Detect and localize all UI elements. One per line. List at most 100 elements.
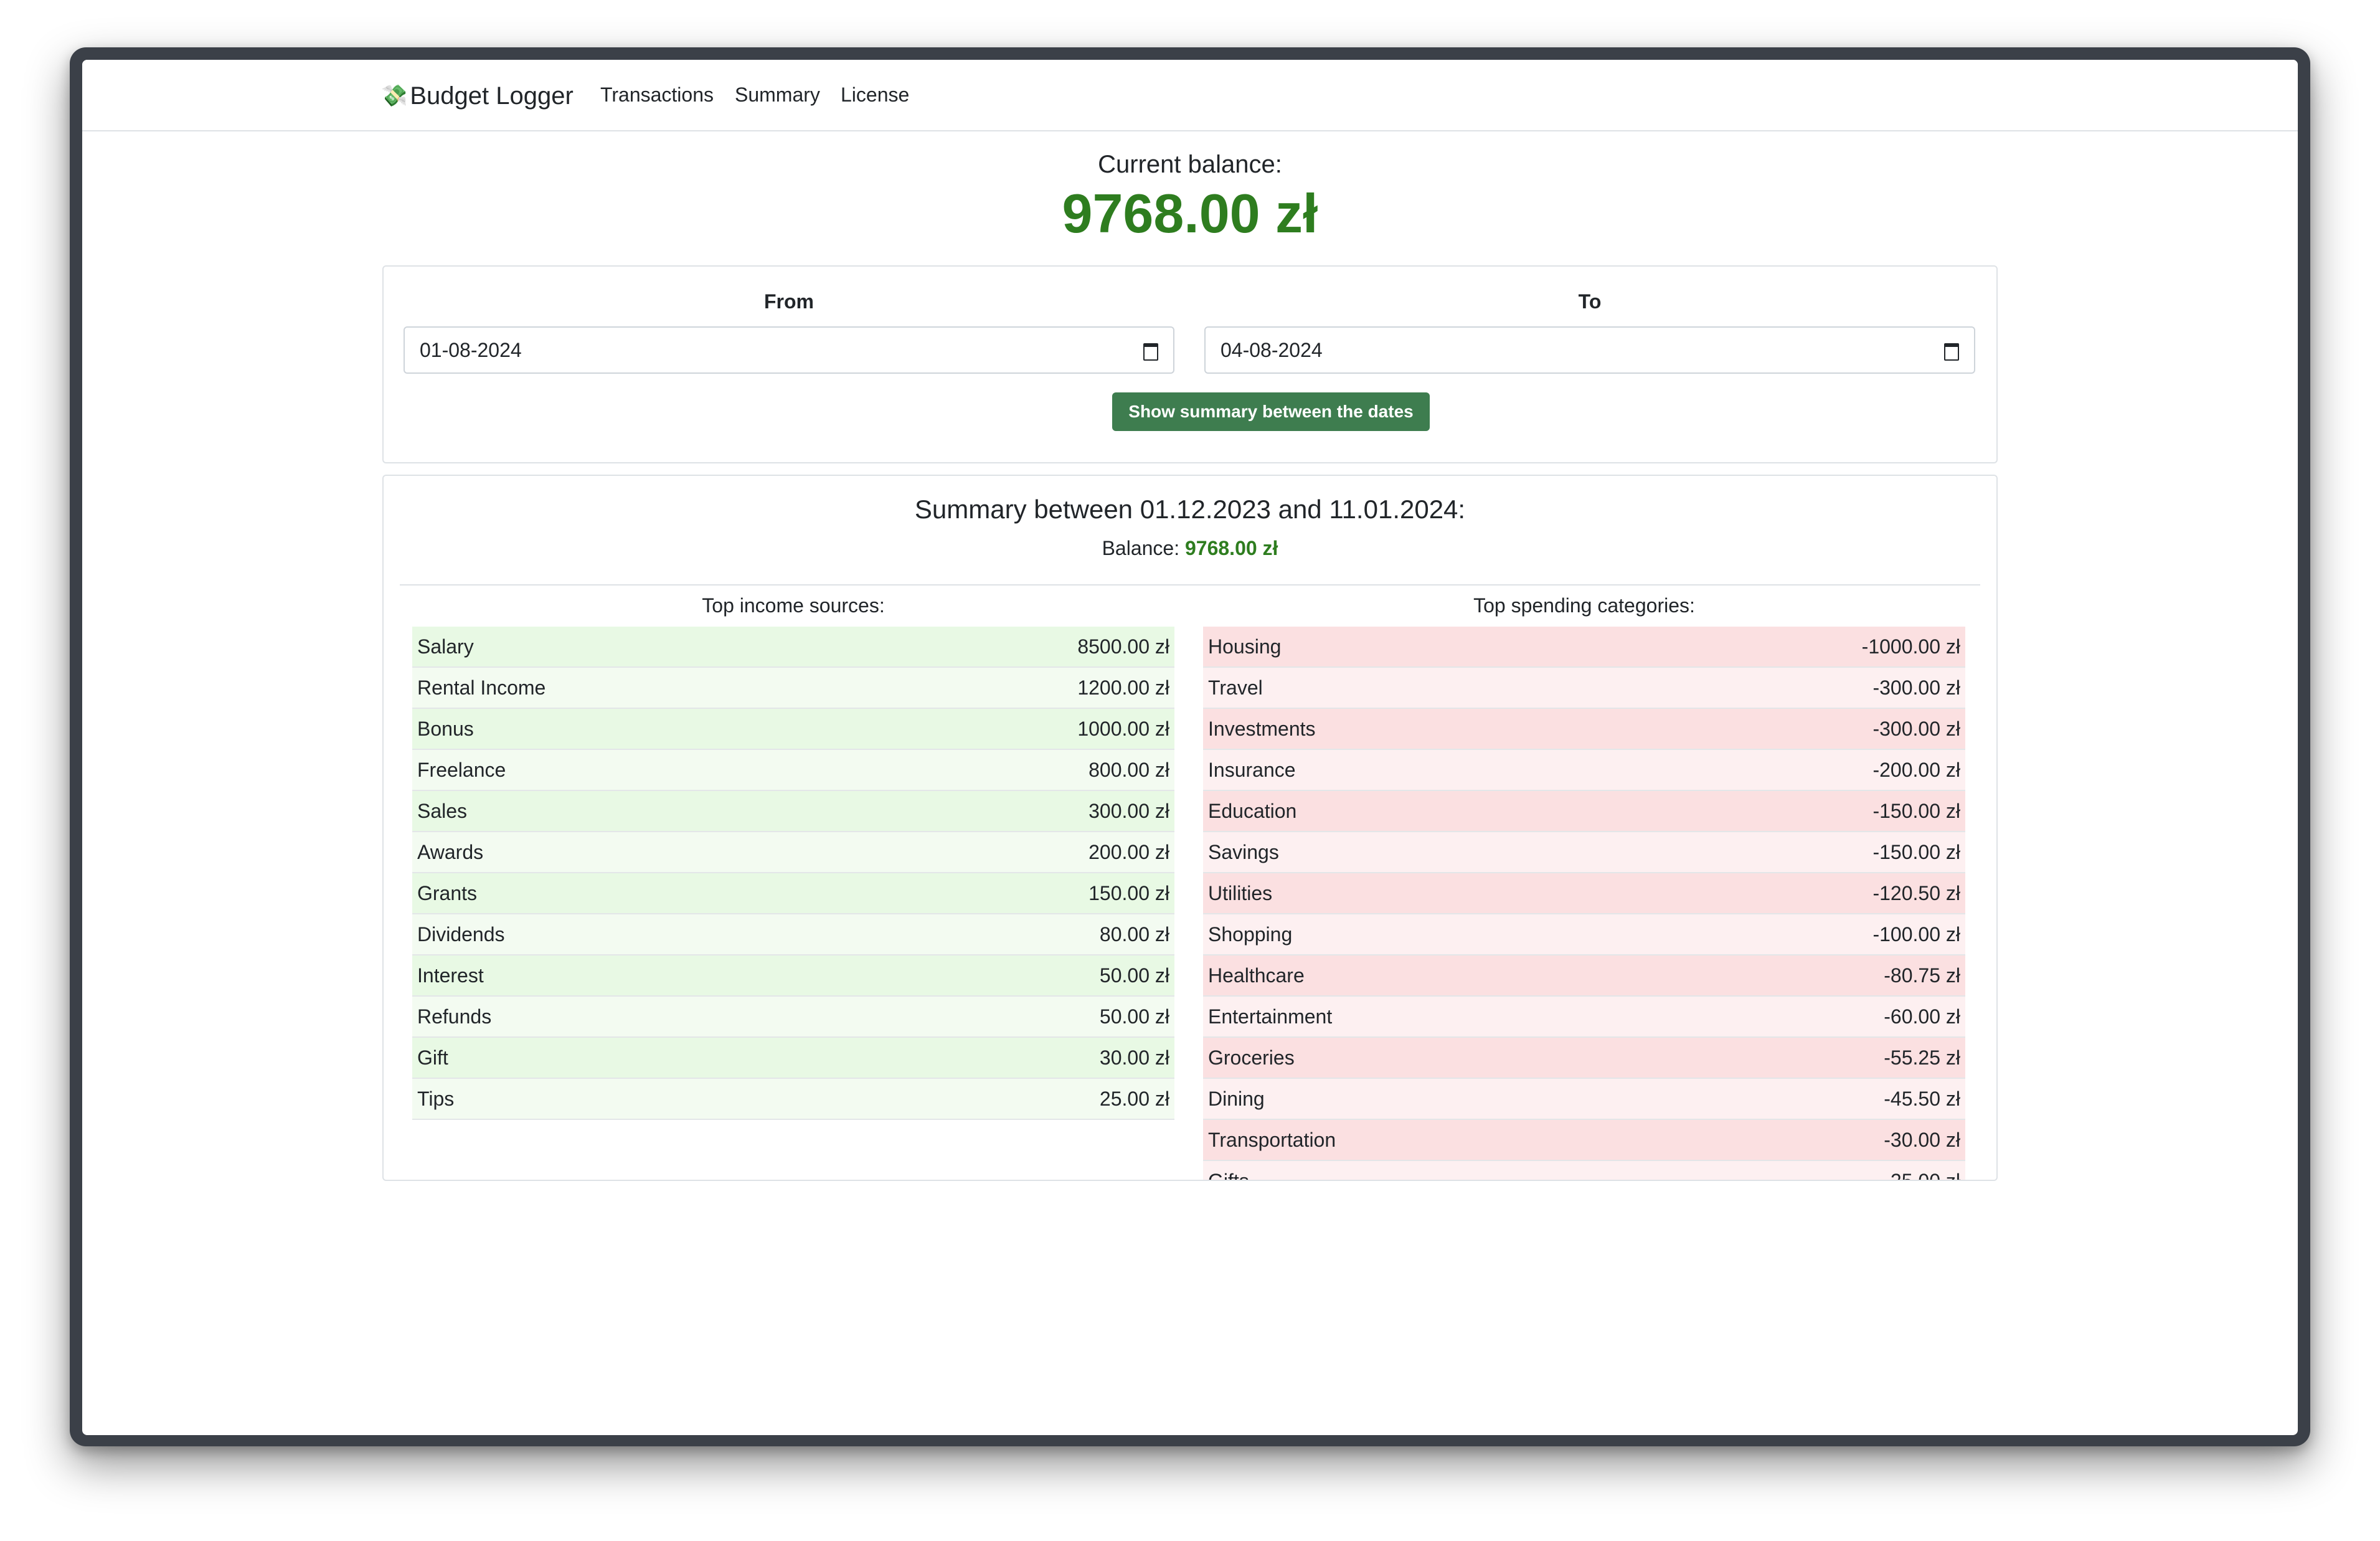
category-amount: -60.00 zł xyxy=(1884,1005,1960,1028)
table-row: Groceries -55.25 zł xyxy=(1203,1038,1965,1079)
brand[interactable]: 💸 Budget Logger xyxy=(381,78,574,113)
category-name: Education xyxy=(1208,799,1297,822)
category-amount: 80.00 zł xyxy=(1099,922,1169,946)
category-name: Awards xyxy=(417,840,484,863)
table-row: Insurance -200.00 zł xyxy=(1203,750,1965,791)
category-name: Savings xyxy=(1208,840,1279,863)
divider xyxy=(400,584,1980,586)
table-row: Interest 50.00 zł xyxy=(412,955,1174,997)
category-name: Investments xyxy=(1208,717,1316,740)
app-screen: 💸 Budget Logger Transactions Summary Lic… xyxy=(82,60,2298,1435)
show-summary-button[interactable]: Show summary between the dates xyxy=(1112,392,1430,431)
table-row: Entertainment -60.00 zł xyxy=(1203,997,1965,1038)
category-amount: 50.00 zł xyxy=(1099,1005,1169,1028)
table-row: Tips 25.00 zł xyxy=(412,1079,1174,1120)
category-name: Grants xyxy=(417,881,478,904)
table-row: Awards 200.00 zł xyxy=(412,832,1174,873)
table-row: Dining -45.50 zł xyxy=(1203,1079,1965,1120)
category-name: Entertainment xyxy=(1208,1005,1333,1028)
category-amount: 1000.00 zł xyxy=(1077,717,1169,740)
navbar: 💸 Budget Logger Transactions Summary Lic… xyxy=(82,60,2298,131)
category-name: Gift xyxy=(417,1046,448,1069)
calendar-icon[interactable] xyxy=(1143,342,1158,361)
category-amount: -25.00 zł xyxy=(1884,1169,1960,1181)
category-amount: 8500.00 zł xyxy=(1077,635,1169,658)
brand-label: Budget Logger xyxy=(410,82,574,110)
category-name: Groceries xyxy=(1208,1046,1295,1069)
table-row: Bonus 1000.00 zł xyxy=(412,709,1174,750)
income-table: Salary 8500.00 zł Rental Income 1200.00 zł B… xyxy=(412,627,1174,1120)
from-date-input[interactable]: 01-08-2024 xyxy=(404,326,1174,374)
category-amount: -120.50 zł xyxy=(1872,881,1960,904)
table-row: Gifts -25.00 zł xyxy=(1203,1161,1965,1181)
category-amount: 25.00 zł xyxy=(1099,1087,1169,1110)
table-row: Investments -300.00 zł xyxy=(1203,709,1965,750)
table-row: Refunds 50.00 zł xyxy=(412,997,1174,1038)
category-amount: 1200.00 zł xyxy=(1077,676,1169,699)
category-name: Salary xyxy=(417,635,474,658)
nav-link-summary[interactable]: Summary xyxy=(735,83,820,107)
income-title: Top income sources: xyxy=(702,594,885,617)
money-with-wings-icon: 💸 xyxy=(381,84,408,108)
category-name: Dividends xyxy=(417,922,505,946)
table-row: Utilities -120.50 zł xyxy=(1203,873,1965,914)
category-amount: -300.00 zł xyxy=(1872,717,1960,740)
category-name: Interest xyxy=(417,964,484,987)
category-amount: -150.00 zł xyxy=(1872,840,1960,863)
category-name: Insurance xyxy=(1208,758,1296,781)
from-date-value: 01-08-2024 xyxy=(420,338,522,361)
category-amount: -80.75 zł xyxy=(1884,964,1960,987)
date-range-form: From To 01-08-2024 04-08-2024 Show summa… xyxy=(382,265,1998,463)
category-amount: -55.25 zł xyxy=(1884,1046,1960,1069)
category-name: Bonus xyxy=(417,717,474,740)
category-name: Freelance xyxy=(417,758,506,781)
category-amount: -45.50 zł xyxy=(1884,1087,1960,1110)
table-row: Travel -300.00 zł xyxy=(1203,668,1965,709)
summary-title: Summary between 01.12.2023 and 11.01.202… xyxy=(914,495,1466,524)
category-amount: 50.00 zł xyxy=(1099,964,1169,987)
table-row: Freelance 800.00 zł xyxy=(412,750,1174,791)
summary-balance-label: Balance: xyxy=(1102,537,1180,559)
category-name: Shopping xyxy=(1208,922,1293,946)
category-amount: 200.00 zł xyxy=(1088,840,1169,863)
table-row: Gift 30.00 zł xyxy=(412,1038,1174,1079)
nav-link-license[interactable]: License xyxy=(841,83,909,107)
to-date-input[interactable]: 04-08-2024 xyxy=(1204,326,1975,374)
category-name: Rental Income xyxy=(417,676,546,699)
table-row: Sales 300.00 zł xyxy=(412,791,1174,832)
table-row: Shopping -100.00 zł xyxy=(1203,914,1965,955)
category-name: Utilities xyxy=(1208,881,1273,904)
table-row: Transportation -30.00 zł xyxy=(1203,1120,1965,1161)
category-amount: -150.00 zł xyxy=(1872,799,1960,822)
from-label: From xyxy=(764,290,814,313)
spending-title: Top spending categories: xyxy=(1473,594,1695,617)
table-row: Savings -150.00 zł xyxy=(1203,832,1965,873)
category-amount: -300.00 zł xyxy=(1872,676,1960,699)
calendar-icon[interactable] xyxy=(1944,342,1959,361)
category-name: Transportation xyxy=(1208,1128,1336,1151)
summary-card: Summary between 01.12.2023 and 11.01.202… xyxy=(382,475,1998,1181)
category-amount: 800.00 zł xyxy=(1088,758,1169,781)
table-row: Salary 8500.00 zł xyxy=(412,627,1174,668)
category-amount: 150.00 zł xyxy=(1088,881,1169,904)
table-row: Rental Income 1200.00 zł xyxy=(412,668,1174,709)
category-amount: 30.00 zł xyxy=(1099,1046,1169,1069)
category-amount: -30.00 zł xyxy=(1884,1128,1960,1151)
category-name: Housing xyxy=(1208,635,1282,658)
table-row: Dividends 80.00 zł xyxy=(412,914,1174,955)
category-name: Tips xyxy=(417,1087,455,1110)
category-name: Sales xyxy=(417,799,468,822)
spending-table: Housing -1000.00 zł Travel -300.00 zł Invest… xyxy=(1203,627,1965,1181)
table-row: Healthcare -80.75 zł xyxy=(1203,955,1965,997)
category-name: Gifts xyxy=(1208,1169,1249,1181)
category-name: Travel xyxy=(1208,676,1263,699)
table-row: Grants 150.00 zł xyxy=(412,873,1174,914)
category-amount: -100.00 zł xyxy=(1872,922,1960,946)
category-amount: 300.00 zł xyxy=(1088,799,1169,822)
nav-link-transactions[interactable]: Transactions xyxy=(600,83,714,107)
summary-balance-value: 9768.00 zł xyxy=(1184,537,1278,559)
current-balance-label: Current balance: xyxy=(1098,151,1282,178)
category-name: Refunds xyxy=(417,1005,492,1028)
to-date-value: 04-08-2024 xyxy=(1221,338,1323,361)
table-row: Education -150.00 zł xyxy=(1203,791,1965,832)
